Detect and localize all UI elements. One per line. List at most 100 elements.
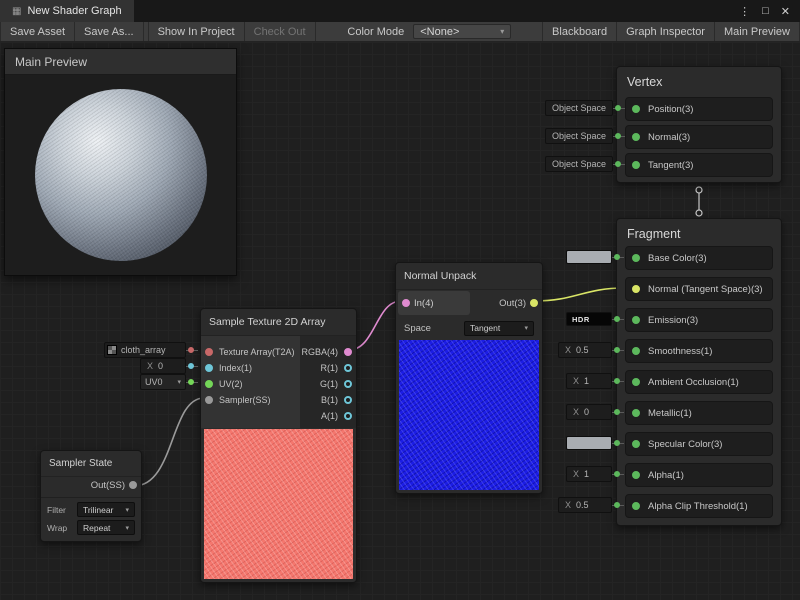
port-b[interactable] <box>344 396 352 404</box>
port-g-label: G(1) <box>320 379 338 389</box>
port-texture-array[interactable] <box>205 348 213 356</box>
smoothness-field[interactable]: X 0.5 <box>558 342 612 358</box>
port-row-rgba[interactable]: RGBA(4) <box>301 344 356 360</box>
port-row-r[interactable]: R(1) <box>321 360 357 376</box>
block-alpha[interactable]: Alpha(1) <box>625 463 773 487</box>
blackboard-button[interactable]: Blackboard <box>542 22 617 41</box>
position-space-dropdown[interactable]: Object Space <box>545 100 613 116</box>
emission-hdr-field[interactable]: HDR <box>566 312 612 326</box>
port-smoothness[interactable] <box>632 347 640 355</box>
metallic-value[interactable]: 0 <box>584 407 589 417</box>
node-sample-texture-2d-array[interactable]: Sample Texture 2D Array Texture Array(T2… <box>200 308 357 583</box>
block-ambient-occlusion[interactable]: Ambient Occlusion(1) <box>625 370 773 394</box>
menu-icon[interactable]: ⋮ <box>739 5 750 18</box>
port-row-g[interactable]: G(1) <box>320 376 356 392</box>
node-sampler-state[interactable]: Sampler State Out(SS) Filter Trilinear ▾… <box>40 450 142 542</box>
block-specular-color-label: Specular Color(3) <box>648 439 722 450</box>
show-in-project-button[interactable]: Show In Project <box>148 22 245 41</box>
port-index[interactable] <box>205 364 213 372</box>
block-ambient-occlusion-label: Ambient Occlusion(1) <box>648 377 739 388</box>
port-in[interactable] <box>402 299 410 307</box>
toolbar: Save Asset Save As... Show In Project Ch… <box>0 22 800 42</box>
port-uv[interactable] <box>205 380 213 388</box>
port-position[interactable] <box>632 105 640 113</box>
chevron-down-icon: ▾ <box>125 524 129 532</box>
port-ambient-occlusion[interactable] <box>632 378 640 386</box>
block-normal-label: Normal(3) <box>648 132 690 143</box>
port-out[interactable] <box>530 299 538 307</box>
port-row-b[interactable]: B(1) <box>321 392 356 408</box>
port-row-texture-array[interactable]: Texture Array(T2A) <box>201 344 295 360</box>
block-smoothness[interactable]: Smoothness(1) <box>625 339 773 363</box>
index-field[interactable]: X 0 <box>140 358 186 374</box>
block-base-color[interactable]: Base Color(3) <box>625 246 773 270</box>
port-row-sampler[interactable]: Sampler(SS) <box>201 392 271 408</box>
save-asset-button[interactable]: Save Asset <box>0 22 75 41</box>
port-base-color[interactable] <box>632 254 640 262</box>
block-normal[interactable]: Normal(3) <box>625 125 773 149</box>
color-mode-dropdown[interactable]: <None> ▾ <box>413 24 511 39</box>
chevron-down-icon: ▾ <box>500 27 504 36</box>
node-vertex[interactable]: Vertex Position(3) Normal(3) Tangent(3) <box>616 66 782 183</box>
node-fragment[interactable]: Fragment Base Color(3) Normal (Tangent S… <box>616 218 782 526</box>
normal-space-dropdown[interactable]: Object Space <box>545 128 613 144</box>
port-row-out-ss[interactable]: Out(SS) <box>41 475 141 495</box>
alpha-clip-threshold-value[interactable]: 0.5 <box>576 500 589 510</box>
wrap-dropdown[interactable]: Repeat ▾ <box>77 520 135 535</box>
filter-dropdown[interactable]: Trilinear ▾ <box>77 502 135 517</box>
port-normal-tangent-space[interactable] <box>632 285 640 293</box>
specular-color-swatch[interactable] <box>566 436 612 450</box>
uv-channel-value: UV0 <box>145 377 163 387</box>
block-metallic[interactable]: Metallic(1) <box>625 401 773 425</box>
check-out-button[interactable]: Check Out <box>245 22 316 41</box>
node-normal-unpack[interactable]: Normal Unpack In(4) Out(3) Space Tangent… <box>395 262 543 494</box>
block-position[interactable]: Position(3) <box>625 97 773 121</box>
metallic-field[interactable]: X 0 <box>566 404 612 420</box>
main-preview-button[interactable]: Main Preview <box>715 22 800 41</box>
space-dropdown[interactable]: Tangent ▾ <box>464 321 534 336</box>
ambient-occlusion-value[interactable]: 1 <box>584 376 589 386</box>
ambient-occlusion-field[interactable]: X 1 <box>566 373 612 389</box>
block-alpha-clip-threshold[interactable]: Alpha Clip Threshold(1) <box>625 494 773 518</box>
smoothness-value[interactable]: 0.5 <box>576 345 589 355</box>
port-tangent[interactable] <box>632 161 640 169</box>
port-row-in[interactable]: In(4) <box>398 291 470 315</box>
block-emission[interactable]: Emission(3) <box>625 308 773 332</box>
texture-thumbnail-icon <box>107 345 117 355</box>
port-r[interactable] <box>344 364 352 372</box>
main-preview-panel[interactable]: Main Preview <box>4 48 237 276</box>
graph-inspector-button[interactable]: Graph Inspector <box>617 22 715 41</box>
port-row-out[interactable]: Out(3) <box>472 291 542 315</box>
port-row-index[interactable]: Index(1) <box>201 360 252 376</box>
tangent-space-dropdown[interactable]: Object Space <box>545 156 613 172</box>
uv-channel-dropdown[interactable]: UV0 ▾ <box>140 374 186 390</box>
block-tangent[interactable]: Tangent(3) <box>625 153 773 177</box>
window-tab[interactable]: ▦ New Shader Graph <box>0 0 134 22</box>
port-alpha-clip-threshold[interactable] <box>632 502 640 510</box>
maximize-icon[interactable]: □ <box>762 5 769 17</box>
port-metallic[interactable] <box>632 409 640 417</box>
port-row-a[interactable]: A(1) <box>321 408 356 424</box>
save-as-button[interactable]: Save As... <box>75 22 144 41</box>
port-uv-label: UV(2) <box>219 379 243 389</box>
close-icon[interactable]: ✕ <box>781 5 790 18</box>
port-g[interactable] <box>344 380 352 388</box>
port-emission[interactable] <box>632 316 640 324</box>
texture-array-field[interactable]: cloth_array <box>104 342 186 358</box>
port-normal[interactable] <box>632 133 640 141</box>
main-preview-header[interactable]: Main Preview <box>5 49 236 75</box>
port-row-uv[interactable]: UV(2) <box>201 376 243 392</box>
alpha-value[interactable]: 1 <box>584 469 589 479</box>
index-value[interactable]: 0 <box>158 361 163 371</box>
alpha-clip-threshold-field[interactable]: X 0.5 <box>558 497 612 513</box>
block-specular-color[interactable]: Specular Color(3) <box>625 432 773 456</box>
port-rgba[interactable] <box>344 348 352 356</box>
block-normal-tangent-space[interactable]: Normal (Tangent Space)(3) <box>625 277 773 301</box>
port-sampler[interactable] <box>205 396 213 404</box>
base-color-swatch[interactable] <box>566 250 612 264</box>
port-out-ss[interactable] <box>129 481 137 489</box>
port-a[interactable] <box>344 412 352 420</box>
port-alpha[interactable] <box>632 471 640 479</box>
alpha-field[interactable]: X 1 <box>566 466 612 482</box>
port-specular-color[interactable] <box>632 440 640 448</box>
